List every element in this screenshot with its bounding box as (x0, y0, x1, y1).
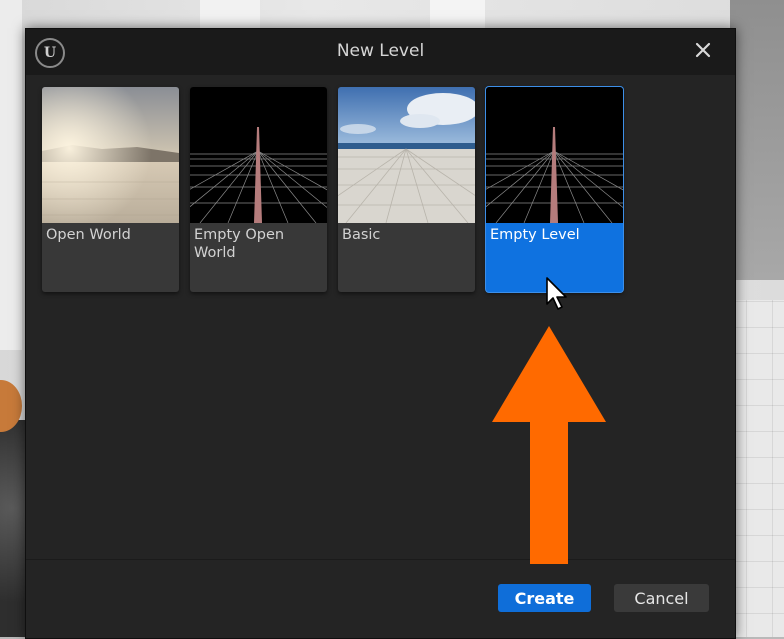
template-open-world[interactable]: Open World (42, 87, 179, 292)
background-wall (730, 0, 784, 280)
template-empty-level[interactable]: Empty Level (486, 87, 623, 292)
empty-grid-thumbnail (190, 87, 327, 223)
background-pillar (0, 0, 22, 350)
close-button[interactable] (688, 35, 718, 65)
mouse-cursor-icon (546, 277, 567, 310)
open-world-thumbnail (42, 87, 179, 223)
template-label: Open World (46, 227, 131, 243)
template-label: Empty Open World (194, 227, 285, 261)
template-label: Empty Level (490, 227, 580, 243)
create-button[interactable]: Create (498, 584, 591, 612)
close-icon (695, 42, 711, 58)
dialog-titlebar: U New Level (26, 29, 735, 75)
basic-floor-thumbnail (338, 87, 475, 223)
orange-up-arrow-icon (492, 326, 606, 564)
dialog-title: New Level (336, 41, 425, 61)
template-empty-open-world[interactable]: Empty Open World (190, 87, 327, 292)
footer-divider (26, 559, 735, 560)
background-pillar (430, 0, 485, 28)
cancel-button[interactable]: Cancel (614, 584, 709, 612)
empty-grid-thumbnail (486, 87, 623, 223)
new-level-dialog: U New Level Open World Empty Open World … (25, 28, 736, 639)
template-label: Basic (342, 227, 381, 243)
template-basic[interactable]: Basic (338, 87, 475, 292)
background-pillar (200, 0, 260, 28)
